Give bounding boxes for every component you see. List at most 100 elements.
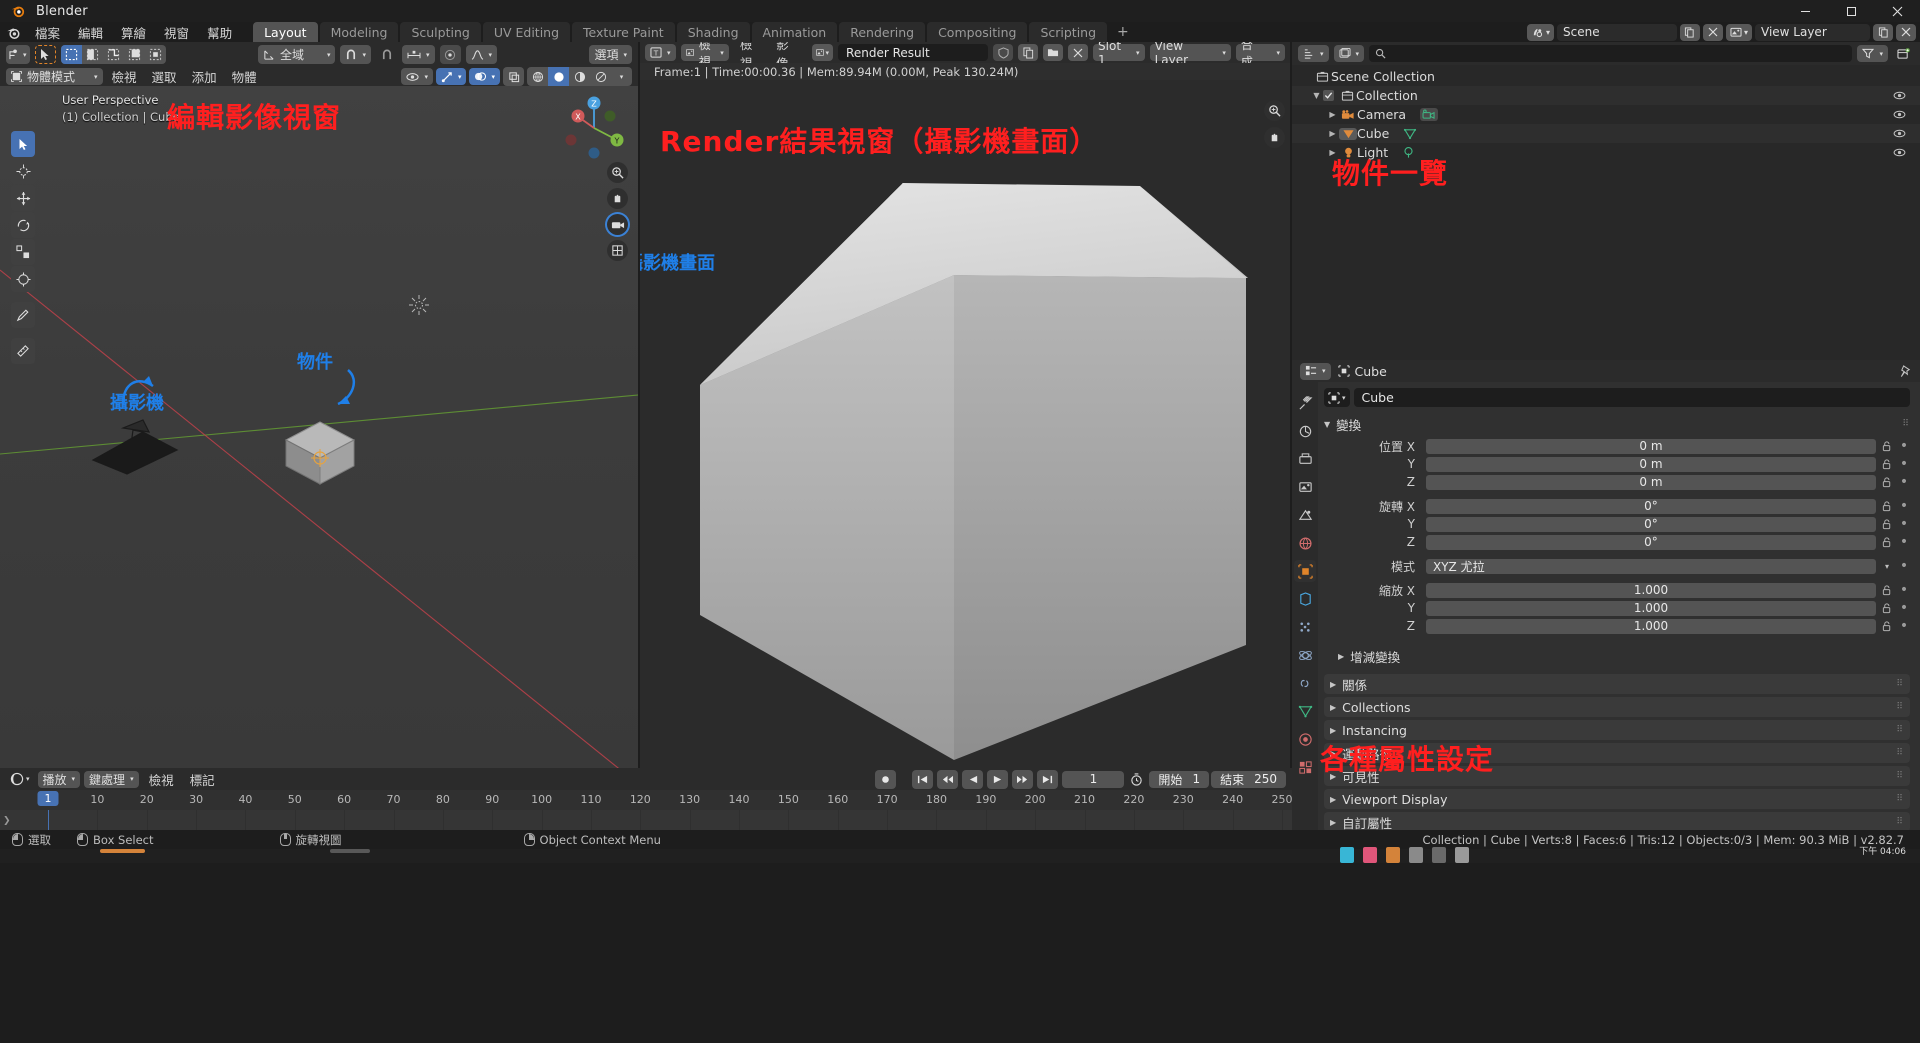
visibility-dropdown[interactable]: ▾ <box>401 68 433 85</box>
tool-scale-button[interactable] <box>11 239 35 265</box>
timeline-editor-type-icon[interactable]: ▾ <box>6 771 34 788</box>
tab-texture[interactable] <box>1294 756 1316 778</box>
add-workspace-button[interactable]: + <box>1109 22 1137 42</box>
viewport-menu-view[interactable]: 檢視 <box>106 67 143 87</box>
shading-mode-group[interactable]: ▾ <box>527 67 632 86</box>
menu-render[interactable]: 算繪 <box>112 22 155 42</box>
camera-data-icon[interactable] <box>1420 108 1439 121</box>
select-invert-icon[interactable] <box>124 45 145 64</box>
visibility-eye-icon[interactable] <box>1893 129 1906 138</box>
tab-output[interactable] <box>1294 448 1316 470</box>
close-button[interactable] <box>1874 0 1920 22</box>
timeline-channel-area[interactable]: ❯ <box>0 810 1292 832</box>
rotation-mode-dropdown[interactable]: XYZ 尤拉 <box>1426 558 1876 574</box>
tab-world[interactable] <box>1294 532 1316 554</box>
menu-help[interactable]: 幫助 <box>198 22 241 42</box>
panel-visibility[interactable]: ▶ 可見性 ⠿ <box>1324 766 1910 786</box>
tool-rotate-button[interactable] <box>11 212 35 238</box>
image-zoom-icon[interactable] <box>1264 100 1285 121</box>
tab-scripting[interactable]: Scripting <box>1029 22 1108 42</box>
tab-sculpting[interactable]: Sculpting <box>400 22 481 42</box>
timeline-menu-view[interactable]: 檢視 <box>143 769 180 789</box>
tab-constraints[interactable] <box>1294 672 1316 694</box>
filter-icon[interactable]: ▾ <box>1857 45 1888 62</box>
current-frame-input[interactable]: 1 <box>1062 770 1125 788</box>
light-data-icon[interactable] <box>1402 146 1415 159</box>
animate-dot[interactable]: • <box>1898 583 1910 597</box>
auto-keying-icon[interactable] <box>875 769 897 789</box>
tab-object-data[interactable] <box>1294 700 1316 722</box>
camera-view-icon[interactable] <box>607 214 628 235</box>
select-intersect-icon[interactable] <box>145 45 166 64</box>
shading-options-chevron[interactable]: ▾ <box>611 67 632 86</box>
folder-icon[interactable] <box>1043 44 1064 61</box>
image-editor-area[interactable]: T ▾ 檢視 ▾ 檢視 影像 ▾ Render Result Slot 1▾ V… <box>640 42 1290 768</box>
outliner-row-light[interactable]: ▶ Light <box>1292 143 1920 162</box>
tab-tool[interactable] <box>1294 392 1316 414</box>
scale-x-input[interactable]: 1.000 <box>1426 582 1876 598</box>
timeline-menu-keying[interactable]: 鍵處理 ▾ <box>84 770 139 788</box>
maximize-button[interactable] <box>1828 0 1874 22</box>
play-icon[interactable] <box>987 769 1009 789</box>
location-y-input[interactable]: 0 m <box>1426 456 1876 472</box>
visibility-eye-icon[interactable] <box>1893 91 1906 100</box>
expand-twisty[interactable]: ▼ <box>1310 91 1323 100</box>
location-x-input[interactable]: 0 m <box>1426 438 1876 454</box>
unlink-image-icon[interactable] <box>1068 44 1089 61</box>
tab-shading[interactable]: Shading <box>676 22 750 42</box>
anim ate-dot[interactable]: • <box>1898 559 1910 573</box>
animate-dot[interactable]: • <box>1898 439 1910 453</box>
proportional-edit-icon[interactable] <box>439 45 461 64</box>
tool-select-box-button[interactable] <box>11 131 35 157</box>
animate-dot[interactable]: • <box>1898 499 1910 513</box>
panel-custom-properties[interactable]: ▶ 自訂屬性 ⠿ <box>1324 812 1910 832</box>
render-view-layer-dropdown[interactable]: View Layer ▾ <box>1149 42 1231 67</box>
animate-dot[interactable]: • <box>1898 517 1910 531</box>
select-subtract-icon[interactable] <box>103 45 124 64</box>
rotation-z-input[interactable]: 0° <box>1426 534 1876 550</box>
image-editor-menu-image[interactable]: 影像 <box>770 42 801 71</box>
timeline-area[interactable]: ▾ 播放 ▾ 鍵處理 ▾ 檢視 標記 1 開始 1 結束 250 1 10 20 30 40… <box>0 768 1293 810</box>
cube-object[interactable] <box>282 418 360 488</box>
panel-motion-paths[interactable]: ▶ 運動路徑 ⠿ <box>1324 743 1910 763</box>
overlays-toggle[interactable]: ▾ <box>469 68 500 85</box>
tab-particles[interactable] <box>1294 616 1316 638</box>
menu-window[interactable]: 視窗 <box>155 22 198 42</box>
tab-object[interactable] <box>1294 560 1316 582</box>
xray-toggle[interactable] <box>503 67 524 86</box>
use-preview-range-icon[interactable] <box>1126 771 1147 788</box>
animate-dot[interactable]: • <box>1898 535 1910 549</box>
outliner-row-scene-collection[interactable]: Scene Collection <box>1292 67 1920 86</box>
shading-solid-icon[interactable] <box>548 67 569 86</box>
jump-end-icon[interactable] <box>1037 769 1059 789</box>
new-view-layer-icon[interactable] <box>1873 23 1893 41</box>
rotation-y-input[interactable]: 0° <box>1426 516 1876 532</box>
lock-icon[interactable] <box>1880 584 1894 596</box>
expand-twisty[interactable]: ▶ <box>1326 129 1339 138</box>
expand-twisty[interactable]: ▶ <box>1326 148 1339 157</box>
tray-icon-1[interactable] <box>1340 847 1354 863</box>
outliner-display-mode-dropdown[interactable]: ▾ <box>1333 45 1365 62</box>
play-reverse-icon[interactable] <box>962 769 984 789</box>
lock-icon[interactable] <box>1880 476 1894 488</box>
tab-layout[interactable]: Layout <box>253 22 318 42</box>
select-set-icon[interactable] <box>60 45 82 64</box>
viewport-menu-object[interactable]: 物體 <box>226 67 263 87</box>
animate-dot[interactable]: • <box>1898 475 1910 489</box>
editor-type-icon[interactable]: ▾ <box>6 45 30 64</box>
tray-icon-4[interactable] <box>1409 847 1423 863</box>
blender-logo-icon[interactable] <box>0 22 26 42</box>
panel-relations[interactable]: ▶ 關係 ⠿ <box>1324 674 1910 694</box>
next-keyframe-icon[interactable] <box>1012 769 1034 789</box>
falloff-curve-dropdown[interactable]: ▾ <box>465 45 498 64</box>
zoom-view-icon[interactable] <box>607 162 628 183</box>
tab-rendering[interactable]: Rendering <box>839 22 926 42</box>
frame-end-input[interactable]: 結束 250 <box>1211 770 1286 788</box>
new-collection-icon[interactable] <box>1893 45 1914 62</box>
lock-icon[interactable] <box>1880 440 1894 452</box>
toggle-ortho-icon[interactable] <box>607 240 628 261</box>
expand-twisty[interactable]: ▶ <box>1326 110 1339 119</box>
taskbar-item-blender[interactable] <box>100 849 145 853</box>
tool-measure-button[interactable] <box>11 338 35 364</box>
proportional-falloff-dropdown[interactable]: ▾ <box>402 45 435 64</box>
